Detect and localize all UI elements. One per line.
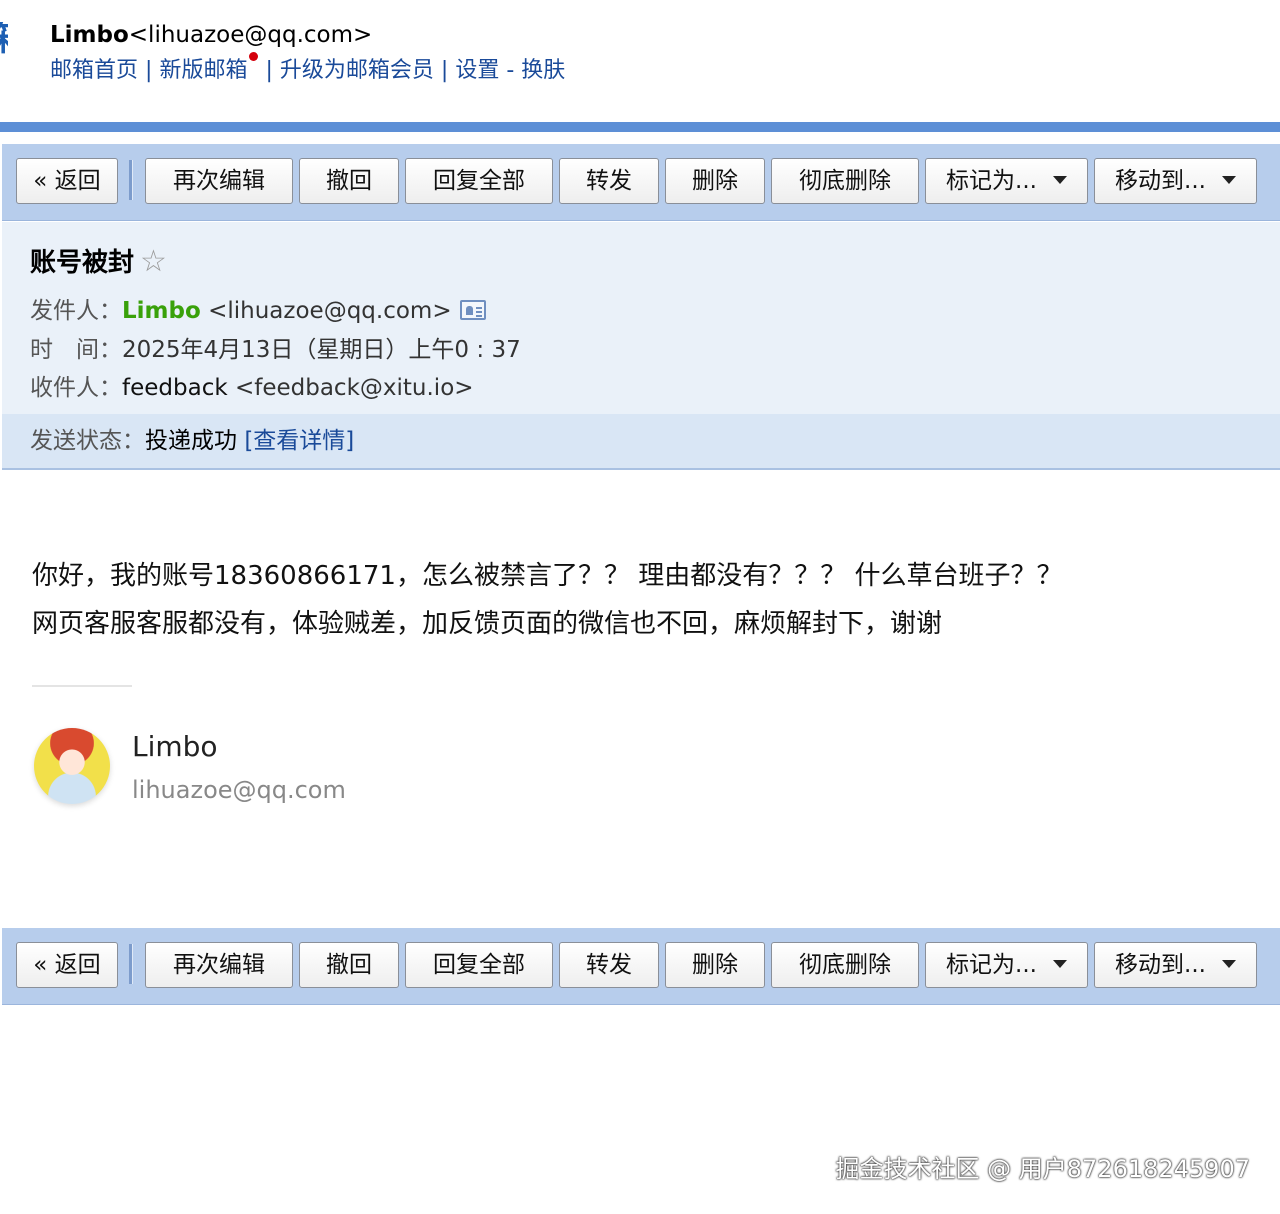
recall-button[interactable]: 撤回 [299, 942, 399, 988]
delete-button[interactable]: 删除 [665, 158, 765, 204]
permanent-delete-button[interactable]: 彻底删除 [771, 942, 919, 988]
watermark: 掘金技术社区 @ 用户872618245907 [835, 1155, 1251, 1183]
recall-button[interactable]: 撤回 [299, 158, 399, 204]
top-nav: 邮箱首页 | 新版邮箱 | 升级为邮箱会员 | 设置 - 换肤 [50, 52, 565, 86]
recipient-name[interactable]: feedback [122, 375, 228, 401]
delivery-status-bar: 发送状态：投递成功 [查看详情] [2, 414, 1280, 470]
chevron-down-icon [1052, 176, 1067, 184]
account-email: <lihuazoe@qq.com> [128, 22, 373, 48]
nav-dash: - [506, 58, 515, 83]
mail-body: 你好，我的账号18360866171，怎么被禁言了？？ 理由都没有？？？ 什么草… [32, 552, 1063, 648]
to-label: 收件人： [30, 375, 122, 401]
chevron-down-icon [1052, 960, 1067, 968]
nav-mail-home-link[interactable]: 邮箱首页 [50, 58, 138, 83]
mail-toolbar-top: « 返回 再次编辑 撤回 回复全部 转发 删除 彻底删除 标记为... 移动到.… [2, 144, 1280, 221]
move-to-label: 移动到... [1115, 168, 1206, 194]
forward-button[interactable]: 转发 [559, 158, 659, 204]
reedit-button[interactable]: 再次编辑 [145, 942, 293, 988]
from-row: 发件人：Limbo <lihuazoe@qq.com> [30, 294, 486, 328]
view-details-link[interactable]: [查看详情] [244, 428, 354, 454]
subject-text: 账号被封 [30, 248, 135, 278]
delete-button[interactable]: 删除 [665, 942, 765, 988]
signature-name: Limbo [132, 730, 218, 763]
sender-name[interactable]: Limbo [122, 298, 201, 324]
chevron-down-icon [1221, 960, 1236, 968]
back-button[interactable]: « 返回 [16, 942, 118, 988]
permanent-delete-button[interactable]: 彻底删除 [771, 158, 919, 204]
back-button[interactable]: « 返回 [16, 158, 118, 204]
nav-upgrade-vip-link[interactable]: 升级为邮箱会员 [280, 58, 434, 83]
time-row: 时 间：2025年4月13日（星期日）上午0 : 37 [30, 333, 521, 367]
nav-new-mailbox-link[interactable]: 新版邮箱 [159, 58, 247, 83]
to-row: 收件人：feedback <feedback@xitu.io> [30, 371, 474, 405]
mail-toolbar-bottom: « 返回 再次编辑 撤回 回复全部 转发 删除 彻底删除 标记为... 移动到.… [2, 928, 1280, 1005]
chevron-down-icon [1221, 176, 1236, 184]
sender-email: <lihuazoe@qq.com> [208, 298, 452, 324]
header-divider [0, 122, 1280, 132]
account-line: Limbo<lihuazoe@qq.com> [50, 20, 372, 50]
nav-settings-link[interactable]: 设置 [455, 58, 499, 83]
move-to-label: 移动到... [1115, 952, 1206, 978]
mail-subject: 账号被封 ☆ [30, 242, 167, 283]
account-name: Limbo [50, 22, 129, 48]
star-icon[interactable]: ☆ [140, 244, 167, 279]
time-label: 时 间： [30, 337, 122, 363]
mail-header: 账号被封 ☆ 发件人：Limbo <lihuazoe@qq.com> 时 间：20… [2, 222, 1280, 414]
toolbar-separator [129, 160, 133, 200]
status-label: 发送状态： [30, 428, 145, 454]
forward-button[interactable]: 转发 [559, 942, 659, 988]
reedit-button[interactable]: 再次编辑 [145, 158, 293, 204]
nav-separator: | [440, 58, 449, 83]
toolbar-separator [129, 944, 133, 984]
recipient-email: <feedback@xitu.io> [234, 375, 474, 401]
nav-separator: | [145, 58, 153, 83]
mailbox-logo-fragment: 箱 [0, 22, 8, 88]
mark-as-label: 标记为... [946, 952, 1037, 978]
delivery-status-row: 发送状态：投递成功 [查看详情] [30, 424, 354, 458]
status-value: 投递成功 [145, 428, 237, 454]
signature-email: lihuazoe@qq.com [132, 776, 346, 804]
move-to-dropdown[interactable]: 移动到... [1094, 158, 1257, 204]
move-to-dropdown[interactable]: 移动到... [1094, 942, 1257, 988]
nav-separator: | [265, 58, 273, 83]
mark-as-label: 标记为... [946, 168, 1037, 194]
new-badge-dot [249, 52, 259, 61]
avatar [34, 728, 110, 804]
body-line: 你好，我的账号18360866171，怎么被禁言了？？ 理由都没有？？？ 什么草… [32, 561, 1063, 591]
body-line: 网页客服客服都没有，体验贼差，加反馈页面的微信也不回，麻烦解封下，谢谢 [32, 609, 943, 639]
time-value: 2025年4月13日（星期日）上午0 : 37 [122, 337, 521, 363]
reply-all-button[interactable]: 回复全部 [405, 158, 553, 204]
reply-all-button[interactable]: 回复全部 [405, 942, 553, 988]
from-label: 发件人： [30, 298, 122, 324]
signature-divider [32, 685, 132, 687]
nav-skin-link[interactable]: 换肤 [521, 58, 565, 83]
contact-card-icon[interactable] [459, 299, 486, 320]
mark-as-dropdown[interactable]: 标记为... [925, 942, 1088, 988]
mark-as-dropdown[interactable]: 标记为... [925, 158, 1088, 204]
